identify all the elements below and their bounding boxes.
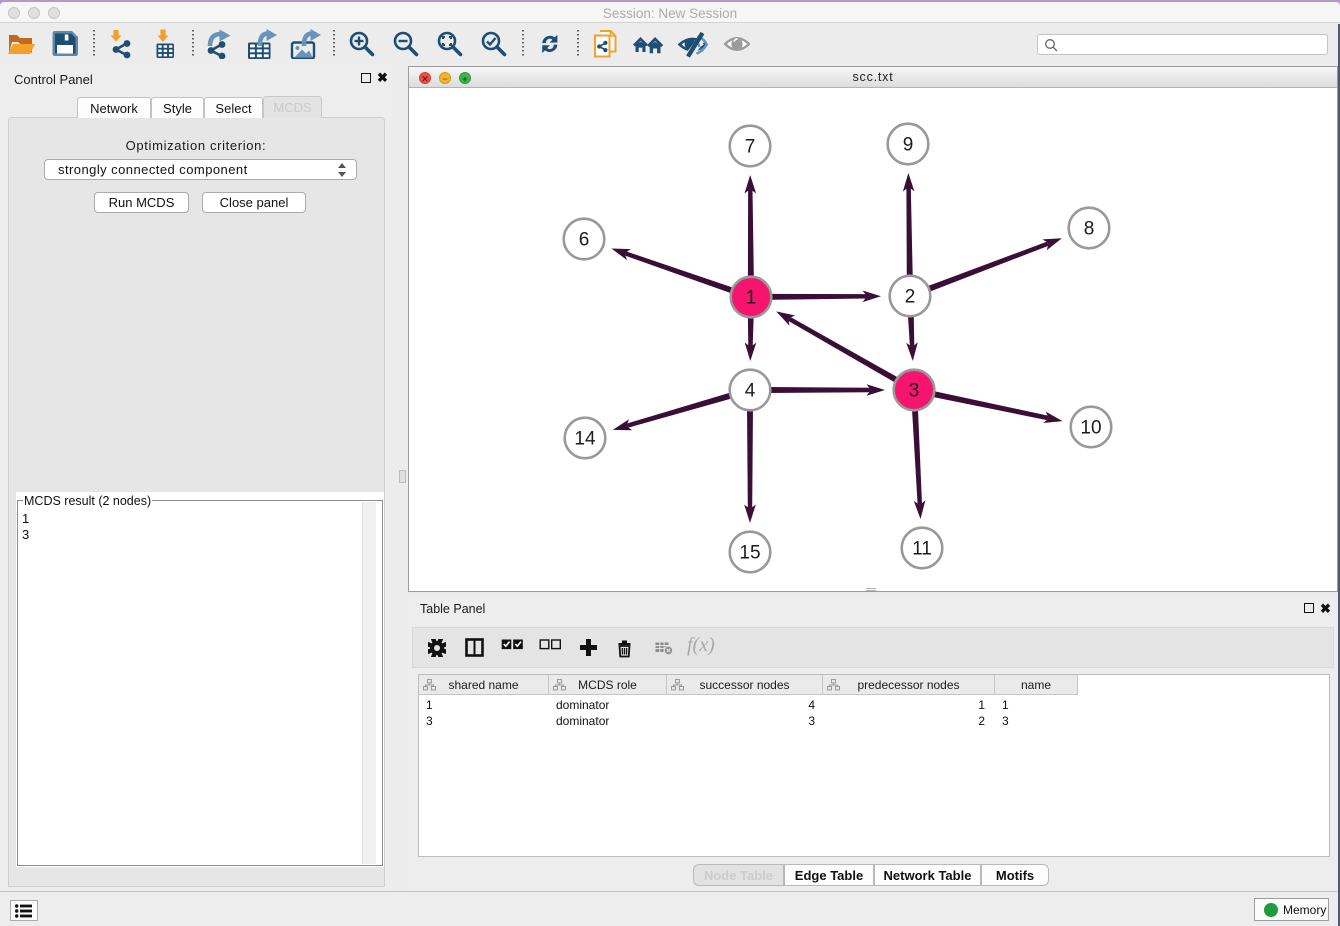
- svg-text:14: 14: [574, 429, 596, 450]
- svg-text:11: 11: [912, 539, 932, 560]
- svg-text:2: 2: [905, 287, 916, 308]
- svg-text:6: 6: [579, 230, 590, 251]
- svg-text:1: 1: [746, 288, 757, 309]
- svg-text:10: 10: [1080, 418, 1101, 439]
- svg-text:9: 9: [903, 135, 914, 156]
- svg-text:15: 15: [739, 543, 760, 564]
- svg-text:4: 4: [745, 381, 756, 402]
- svg-text:7: 7: [745, 137, 756, 158]
- svg-text:8: 8: [1084, 219, 1095, 240]
- svg-text:3: 3: [909, 381, 920, 402]
